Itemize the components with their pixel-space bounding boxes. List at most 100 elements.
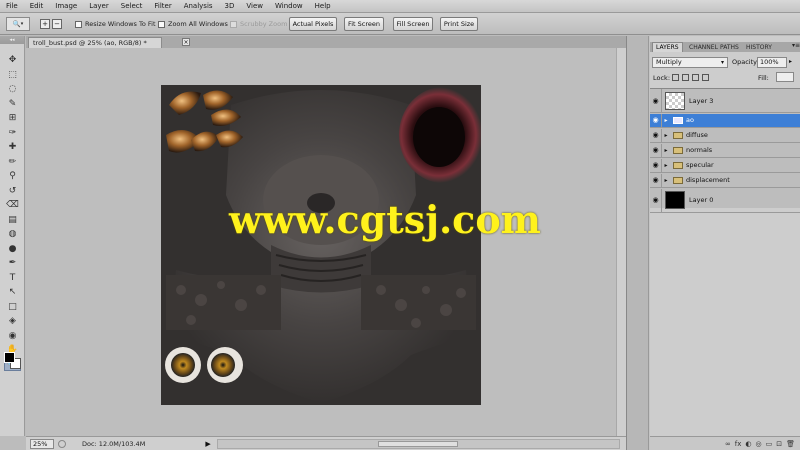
- eye-icon[interactable]: ◉: [650, 143, 662, 157]
- path-select-icon[interactable]: ↖: [4, 286, 21, 298]
- tab-history[interactable]: HISTORY: [743, 42, 775, 52]
- menu-edit[interactable]: Edit: [24, 2, 50, 10]
- type-icon[interactable]: T: [4, 272, 21, 284]
- panel-menu-icon[interactable]: ▾≡: [792, 42, 800, 49]
- resize-windows-checkbox[interactable]: Resize Windows To Fit: [75, 18, 156, 30]
- layer-row[interactable]: ◉ ▸ diffuse: [650, 128, 800, 143]
- zoom-all-windows-checkbox[interactable]: Zoom All Windows: [158, 18, 228, 30]
- menu-view[interactable]: View: [240, 2, 269, 10]
- eraser-icon[interactable]: ⌫: [4, 199, 21, 211]
- chevron-down-icon: ▾: [720, 59, 724, 66]
- layer-row[interactable]: ◉ ▸ normals: [650, 143, 800, 158]
- tool-preset-picker[interactable]: 🔍 ▾: [6, 17, 30, 31]
- quick-select-icon[interactable]: ✎: [4, 98, 21, 110]
- menu-window[interactable]: Window: [269, 2, 309, 10]
- actual-pixels-button[interactable]: Actual Pixels: [289, 17, 337, 31]
- eye-icon[interactable]: ◉: [650, 113, 662, 127]
- opacity-slider-arrow-icon[interactable]: ▸: [789, 58, 792, 65]
- tools-panel-grip[interactable]: ◂◂: [0, 36, 24, 44]
- folder-icon: [673, 146, 683, 154]
- eye-icon[interactable]: ◉: [650, 173, 662, 187]
- fit-screen-button[interactable]: Fit Screen: [344, 17, 384, 31]
- eye-icon[interactable]: ◉: [650, 89, 662, 112]
- eyedropper-icon[interactable]: ✑: [4, 127, 21, 139]
- menu-analysis[interactable]: Analysis: [178, 2, 219, 10]
- layer-row[interactable]: ◉ ▸ displacement: [650, 173, 800, 188]
- shape-icon[interactable]: □: [4, 301, 21, 313]
- chevron-right-icon[interactable]: ▸: [662, 132, 670, 139]
- lasso-icon[interactable]: ◌: [4, 83, 21, 95]
- menu-select[interactable]: Select: [115, 2, 149, 10]
- lock-transparency-icon[interactable]: [672, 74, 679, 81]
- document-tab[interactable]: troll_bust.psd @ 25% (ao, RGB/8) *: [28, 37, 162, 48]
- lock-all-icon[interactable]: [702, 74, 709, 81]
- marquee-icon[interactable]: ⬚: [4, 69, 21, 81]
- zoom-icon: 🔍: [12, 20, 21, 28]
- vertical-scrollbar[interactable]: [616, 48, 626, 436]
- menu-image[interactable]: Image: [49, 2, 83, 10]
- eye-icon[interactable]: ◉: [650, 188, 662, 212]
- menu-help[interactable]: Help: [309, 2, 337, 10]
- scrollbar-thumb[interactable]: [378, 440, 459, 447]
- link-layers-icon[interactable]: ∞: [725, 440, 731, 448]
- checkbox-box: [158, 20, 165, 28]
- menu-3d[interactable]: 3D: [219, 2, 241, 10]
- gradient-icon[interactable]: ▤: [4, 214, 21, 226]
- dodge-icon[interactable]: ●: [4, 243, 21, 255]
- crop-icon[interactable]: ⊞: [4, 112, 21, 124]
- scrubby-zoom-checkbox: Scrubby Zoom: [230, 18, 287, 30]
- layer-thumbnail: [665, 191, 685, 209]
- brush-icon[interactable]: ✏: [4, 156, 21, 168]
- blend-mode-select[interactable]: Multiply ▾: [652, 57, 728, 68]
- lock-position-icon[interactable]: [692, 74, 699, 81]
- lock-image-pixels-icon[interactable]: [682, 74, 689, 81]
- opacity-input[interactable]: 100%: [757, 57, 787, 68]
- close-icon[interactable]: ×: [182, 38, 190, 46]
- menu-layer[interactable]: Layer: [83, 2, 115, 10]
- horizontal-scrollbar[interactable]: [216, 438, 620, 449]
- eye-icon[interactable]: ◉: [650, 158, 662, 172]
- fill-input[interactable]: [776, 72, 794, 82]
- layer-row[interactable]: ◉ ▸ specular: [650, 158, 800, 173]
- layer-row[interactable]: ◉ Layer 0: [650, 188, 800, 213]
- tab-channels[interactable]: CHANNEL: [686, 42, 721, 52]
- zoom-out-button[interactable]: −: [52, 19, 62, 29]
- chevron-right-icon[interactable]: ▸: [662, 147, 670, 154]
- new-group-icon[interactable]: ▭: [766, 440, 773, 448]
- zoom-in-button[interactable]: +: [40, 19, 50, 29]
- adjustment-layer-icon[interactable]: ◎: [756, 440, 762, 448]
- layer-style-icon[interactable]: fx: [735, 440, 742, 448]
- foreground-color-swatch[interactable]: [4, 352, 15, 363]
- 3d-orbit-icon[interactable]: ◉: [4, 330, 21, 342]
- 3d-rotate-icon[interactable]: ◈: [4, 315, 21, 327]
- print-size-button[interactable]: Print Size: [440, 17, 478, 31]
- chevron-right-icon[interactable]: ▸: [662, 117, 670, 124]
- layer-row[interactable]: ◉ Layer 3: [650, 89, 800, 113]
- new-layer-icon[interactable]: ⊡: [776, 440, 782, 448]
- scrubby-zoom-label: Scrubby Zoom: [240, 20, 288, 28]
- eye-icon[interactable]: ◉: [650, 128, 662, 142]
- trash-icon[interactable]: 🗑: [786, 440, 795, 448]
- fill-screen-button[interactable]: Fill Screen: [393, 17, 433, 31]
- healing-brush-icon[interactable]: ✚: [4, 141, 21, 153]
- chevron-right-icon[interactable]: ▸: [662, 177, 670, 184]
- tab-paths[interactable]: PATHS: [717, 42, 742, 52]
- layers-panel-footer: ∞ fx ◐ ◎ ▭ ⊡ 🗑: [650, 436, 800, 450]
- layer-thumbnail: [665, 91, 685, 110]
- tab-layers[interactable]: LAYERS: [652, 42, 683, 52]
- menu-filter[interactable]: Filter: [148, 2, 177, 10]
- status-info-icon[interactable]: [58, 439, 66, 448]
- menu-file[interactable]: File: [0, 2, 24, 10]
- layer-row[interactable]: ◉ ▸ ao: [650, 113, 800, 128]
- layer-name: diffuse: [686, 131, 708, 140]
- history-brush-icon[interactable]: ↺: [4, 185, 21, 197]
- zoom-level-field[interactable]: 25%: [30, 438, 54, 449]
- blur-icon[interactable]: ◍: [4, 228, 21, 240]
- status-menu-arrow-icon[interactable]: ▶: [205, 440, 210, 448]
- tools-panel: ◂◂ ✥⬚◌✎⊞✑✚✏⚲↺⌫▤◍●✒T↖□◈◉✋🔍: [0, 36, 25, 436]
- clone-stamp-icon[interactable]: ⚲: [4, 170, 21, 182]
- layer-mask-icon[interactable]: ◐: [745, 440, 751, 448]
- pen-icon[interactable]: ✒: [4, 257, 21, 269]
- move-icon[interactable]: ✥: [4, 54, 21, 66]
- chevron-right-icon[interactable]: ▸: [662, 162, 670, 169]
